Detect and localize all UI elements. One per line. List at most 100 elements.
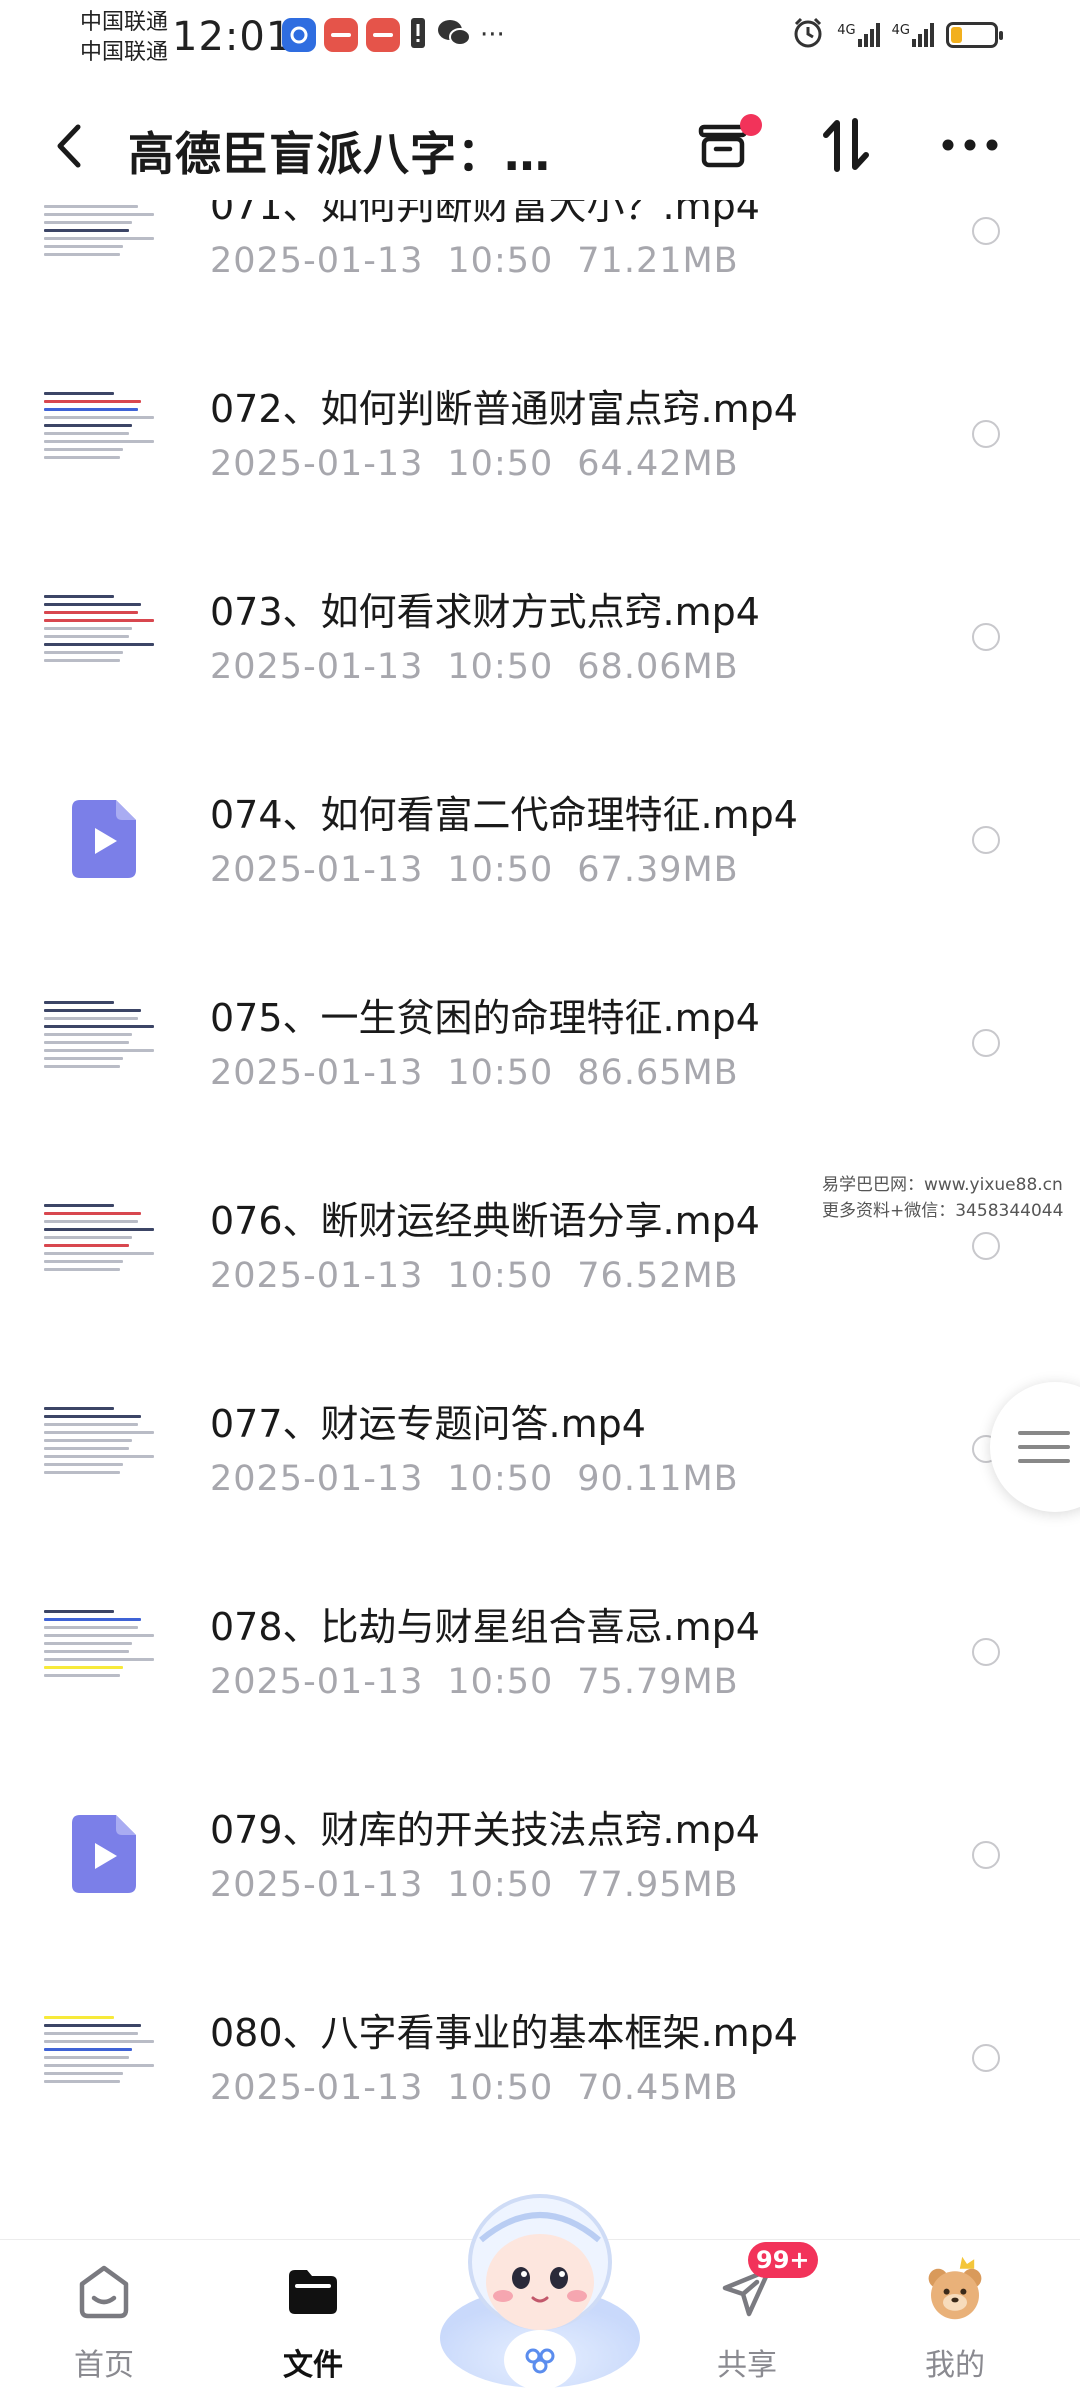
alarm-icon [791, 16, 825, 54]
select-radio[interactable] [972, 217, 1000, 245]
file-date: 2025-01-13 [210, 241, 424, 281]
file-size: 75.79MB [577, 1662, 739, 1702]
document-thumbnail [44, 1001, 162, 1087]
file-name: 079、财库的开关技法点窍.mp4 [210, 1808, 760, 1852]
file-meta: 2025-01-13 10:50 70.45MB [210, 2068, 739, 2108]
alert-icon [408, 16, 428, 54]
network-type-2: 4G [891, 23, 910, 38]
select-radio[interactable] [972, 420, 1000, 448]
signal-icon-2: 4G [892, 23, 934, 47]
battery-level [951, 27, 962, 43]
file-row[interactable]: 073、如何看求财方式点窍.mp4 2025-01-13 10:50 68.06MB [0, 533, 1080, 736]
file-date: 2025-01-13 [210, 1662, 424, 1702]
file-time: 10:50 [447, 1865, 554, 1905]
carrier-2: 中国联通 [80, 40, 169, 65]
file-row[interactable]: 074、如何看富二代命理特征.mp4 2025-01-13 10:50 67.39MB [0, 736, 1080, 939]
file-meta: 2025-01-13 10:50 75.79MB [210, 1662, 739, 1702]
document-thumbnail [44, 1204, 162, 1290]
clock: 12:01 [172, 14, 293, 60]
more-button[interactable] [935, 110, 1005, 180]
file-row[interactable]: 078、比劫与财星组合喜忌.mp4 2025-01-13 10:50 75.79MB [0, 1548, 1080, 1751]
file-time: 10:50 [447, 1662, 554, 1702]
document-thumbnail [44, 200, 162, 275]
ai-assistant-button[interactable] [425, 2170, 655, 2400]
file-name: 076、断财运经典断语分享.mp4 [210, 1199, 760, 1243]
file-time: 10:50 [447, 1053, 554, 1093]
file-meta: 2025-01-13 10:50 67.39MB [210, 850, 739, 890]
share-badge: 99+ [748, 2242, 818, 2278]
notification-icons: ··· [282, 16, 505, 54]
nav-files-label: 文件 [283, 2348, 343, 2383]
file-meta: 2025-01-13 10:50 86.65MB [210, 1053, 739, 1093]
file-row[interactable]: 080、八字看事业的基本框架.mp4 2025-01-13 10:50 70.45MB [0, 1954, 1080, 2157]
file-meta: 2025-01-13 10:50 90.11MB [210, 1459, 739, 1499]
file-date: 2025-01-13 [210, 1256, 424, 1296]
sort-button[interactable] [812, 110, 882, 180]
file-size: 77.95MB [577, 1865, 739, 1905]
file-size: 90.11MB [577, 1459, 739, 1499]
document-thumbnail [44, 595, 162, 681]
back-button[interactable] [44, 116, 94, 176]
file-name: 072、如何判断普通财富点窍.mp4 [210, 387, 798, 431]
file-name: 078、比劫与财星组合喜忌.mp4 [210, 1605, 760, 1649]
more-dots-icon [942, 139, 998, 151]
file-time: 10:50 [447, 2068, 554, 2108]
shop-notification-icon [324, 18, 358, 52]
battery-icon [946, 22, 1003, 48]
select-radio[interactable] [972, 1029, 1000, 1057]
nav-share[interactable]: 99+ 共享 [672, 2240, 822, 2400]
select-radio[interactable] [972, 826, 1000, 854]
select-radio[interactable] [972, 1232, 1000, 1260]
watermark-line-2: 更多资料+微信：3458344044 [822, 1201, 1064, 1221]
nav-home[interactable]: 首页 [29, 2240, 179, 2400]
file-date: 2025-01-13 [210, 2068, 424, 2108]
file-size: 64.42MB [577, 444, 739, 484]
status-bar: 中国联通 中国联通 12:01 ··· 4G 4G [0, 0, 1080, 80]
folder-icon [289, 2270, 337, 2314]
file-row[interactable]: 077、财运专题问答.mp4 2025-01-13 10:50 90.11MB [0, 1345, 1080, 1548]
wechat-icon [436, 17, 472, 53]
file-date: 2025-01-13 [210, 1865, 424, 1905]
nav-mine[interactable]: 我的 [880, 2240, 1030, 2400]
more-notifications-icon: ··· [480, 20, 505, 50]
hamburger-icon [1018, 1431, 1070, 1463]
select-radio[interactable] [972, 623, 1000, 651]
home-icon [79, 2265, 129, 2319]
network-type-1: 4G [837, 23, 856, 38]
file-meta: 2025-01-13 10:50 68.06MB [210, 647, 739, 687]
select-radio[interactable] [972, 1841, 1000, 1869]
file-row[interactable]: 071、如何判断财富大小？.mp4 2025-01-13 10:50 71.21MB [0, 200, 1080, 330]
file-date: 2025-01-13 [210, 850, 424, 890]
file-size: 68.06MB [577, 647, 739, 687]
file-row[interactable]: 075、一生贫困的命理特征.mp4 2025-01-13 10:50 86.65MB [0, 939, 1080, 1142]
bear-avatar-icon [928, 2256, 982, 2320]
file-name: 077、财运专题问答.mp4 [210, 1402, 646, 1446]
file-date: 2025-01-13 [210, 444, 424, 484]
select-radio[interactable] [972, 1638, 1000, 1666]
watermark-line-1: 易学巴巴网：www.yixue88.cn [822, 1175, 1063, 1195]
file-date: 2025-01-13 [210, 1053, 424, 1093]
document-thumbnail [44, 1407, 162, 1493]
file-name: 073、如何看求财方式点窍.mp4 [210, 590, 760, 634]
file-row[interactable]: 072、如何判断普通财富点窍.mp4 2025-01-13 10:50 64.42MB [0, 330, 1080, 533]
watermark: 易学巴巴网：www.yixue88.cn 更多资料+微信：3458344044 [822, 1172, 1063, 1224]
file-name: 071、如何判断财富大小？.mp4 [210, 200, 760, 228]
file-time: 10:50 [447, 444, 554, 484]
transfer-list-button[interactable] [688, 110, 762, 180]
file-time: 10:50 [447, 647, 554, 687]
nav-share-label: 共享 [717, 2348, 777, 2383]
nav-files[interactable]: 文件 [238, 2240, 388, 2400]
file-size: 67.39MB [577, 850, 739, 890]
sort-arrows-icon [823, 118, 869, 172]
file-row[interactable]: 079、财库的开关技法点窍.mp4 2025-01-13 10:50 77.95MB [0, 1751, 1080, 1954]
carrier-1: 中国联通 [80, 10, 169, 35]
document-thumbnail [44, 1610, 162, 1696]
title-bar: 高德臣盲派八字：… [0, 80, 1080, 210]
document-thumbnail [44, 392, 162, 478]
file-size: 70.45MB [577, 2068, 739, 2108]
chevron-left-icon [57, 124, 81, 168]
file-meta: 2025-01-13 10:50 77.95MB [210, 1865, 739, 1905]
select-radio[interactable] [972, 2044, 1000, 2072]
carrier-names: 中国联通 中国联通 [80, 8, 168, 68]
video-file-icon [72, 1815, 136, 1893]
